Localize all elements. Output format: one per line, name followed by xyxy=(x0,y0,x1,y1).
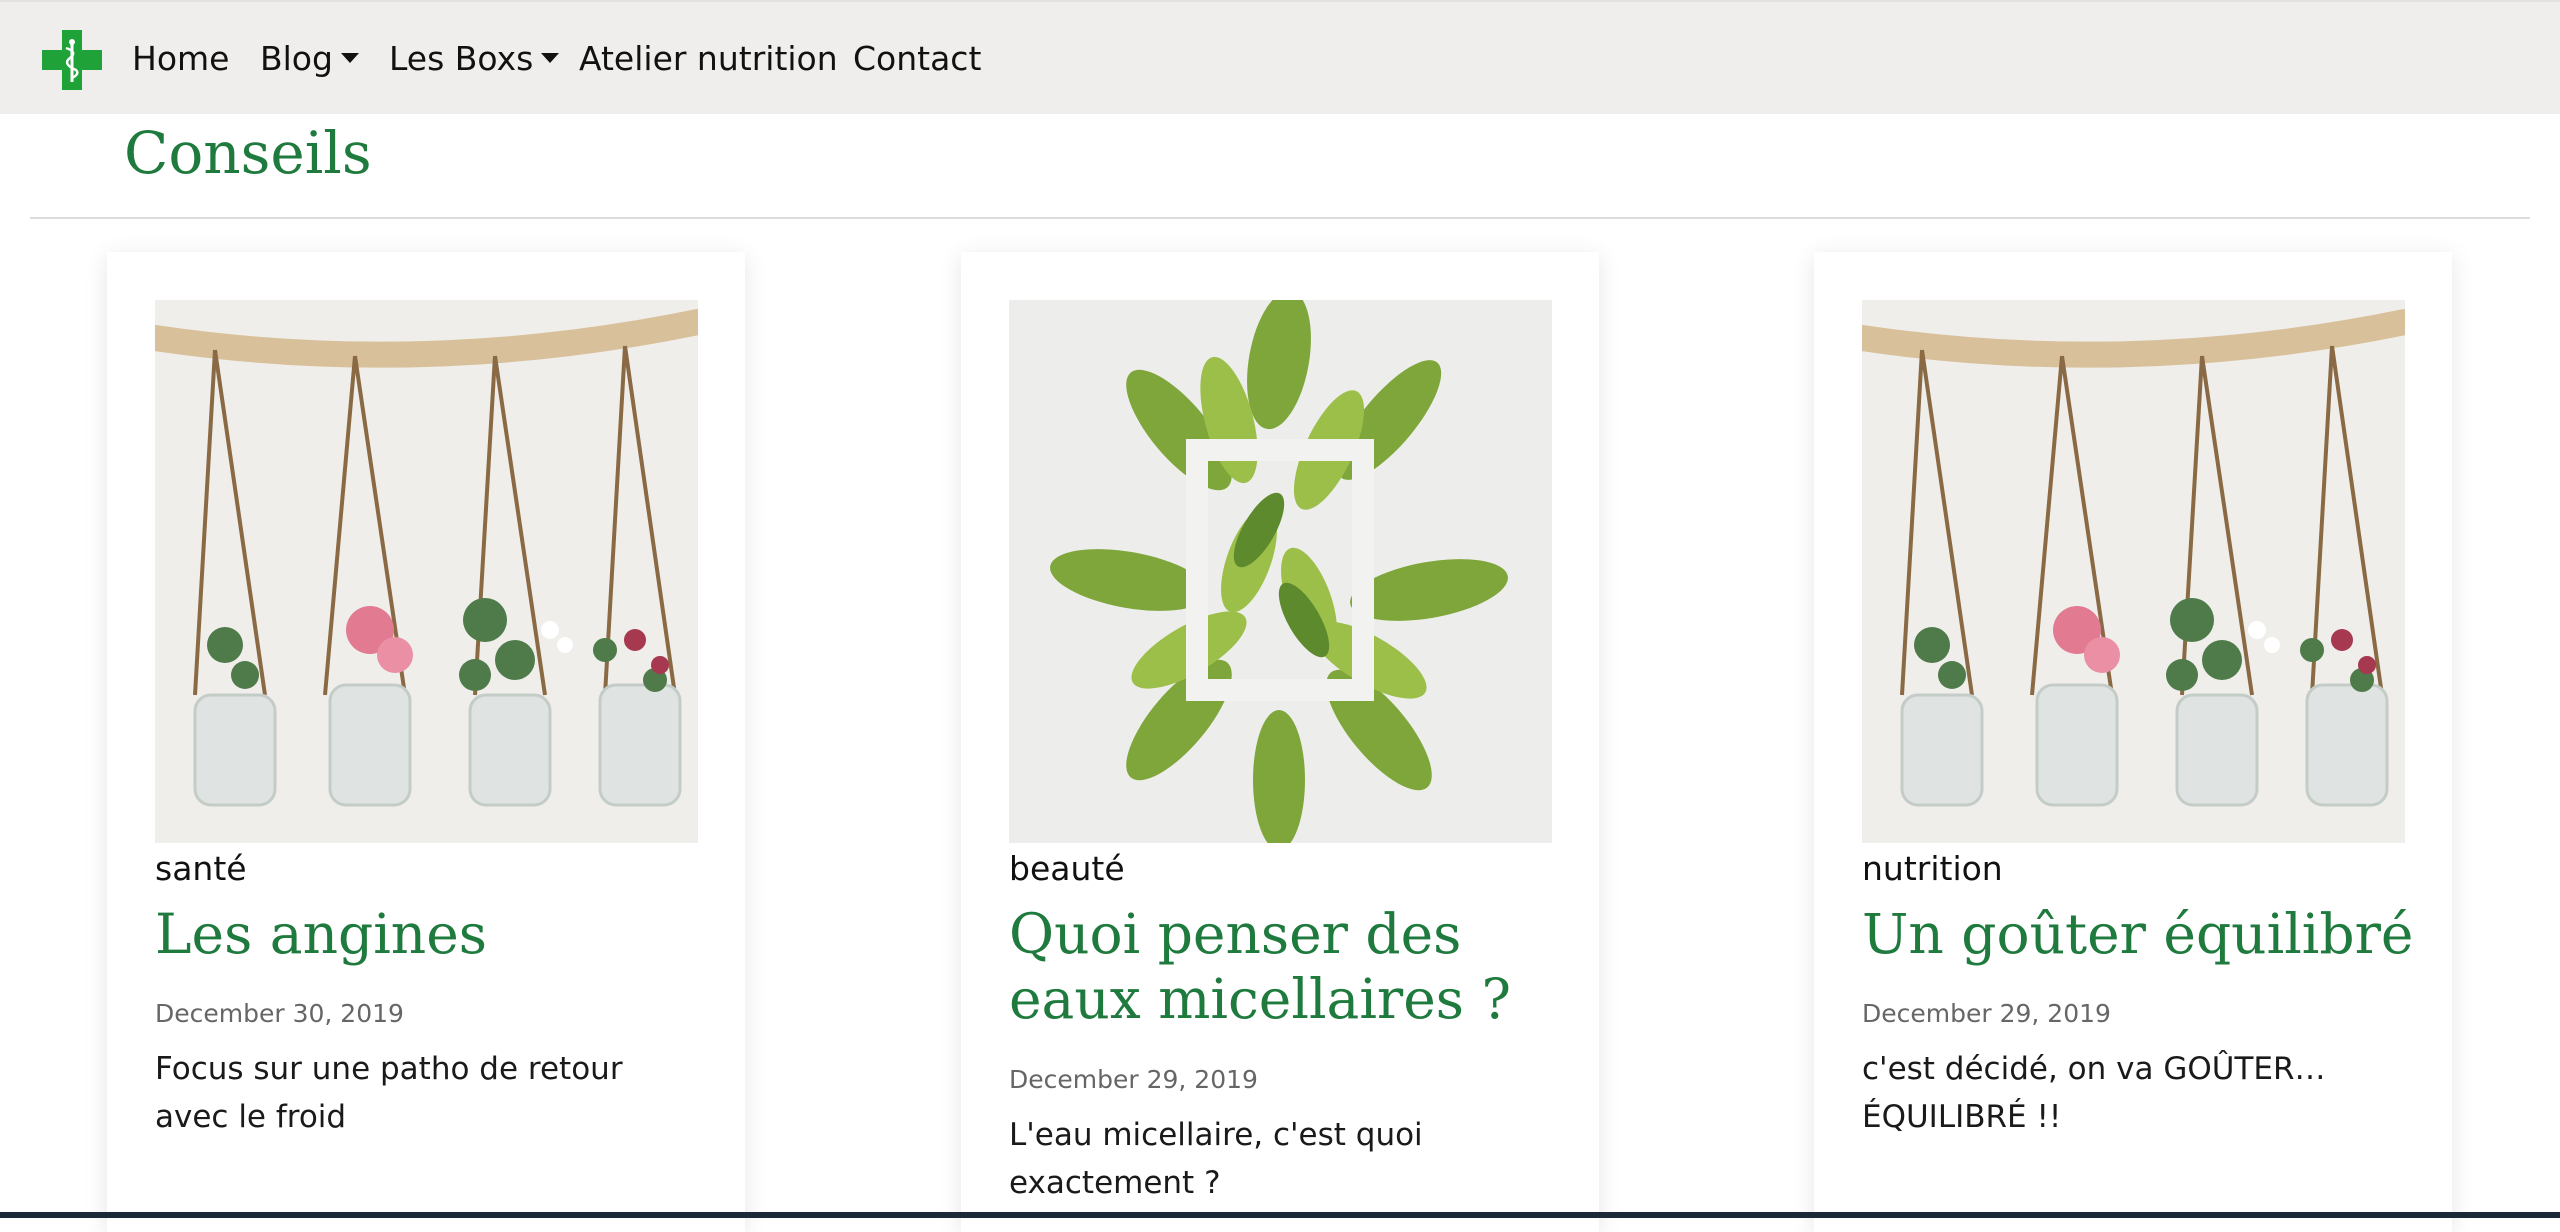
article-date: December 29, 2019 xyxy=(1862,999,2111,1028)
article-category[interactable]: beauté xyxy=(1009,844,1125,894)
window-bottom-edge xyxy=(0,1212,2560,1218)
hanging-flower-jars-image[interactable] xyxy=(155,300,698,843)
navbar: Home Blog Les Boxs Atelier nutrition Con… xyxy=(0,0,2560,114)
pharmacy-cross-icon[interactable] xyxy=(42,30,102,90)
nav-dropdown-blog[interactable]: Blog xyxy=(260,32,359,86)
article-card-beaute[interactable]: beauté Quoi penser des eaux micellaires … xyxy=(961,252,1599,1232)
article-title[interactable]: Les angines xyxy=(155,902,715,967)
article-title[interactable]: Un goûter équilibré xyxy=(1862,902,2422,967)
divider xyxy=(30,217,2530,219)
article-card-nutrition[interactable]: nutrition Un goûter équilibré December 2… xyxy=(1814,252,2452,1232)
nav-link-home[interactable]: Home xyxy=(132,32,229,86)
nav-link-contact[interactable]: Contact xyxy=(853,32,981,86)
article-excerpt: Focus sur une patho de retour avec le fr… xyxy=(155,1051,623,1135)
caret-down-icon xyxy=(340,52,359,63)
article-card-sante[interactable]: santé Les angines December 30, 2019 Focu… xyxy=(107,252,745,1232)
hanging-flower-jars-image[interactable] xyxy=(1862,300,2405,843)
article-excerpt: L'eau micellaire, c'est quoi exactement … xyxy=(1009,1117,1423,1201)
article-category[interactable]: nutrition xyxy=(1862,844,2003,894)
article-title[interactable]: Quoi penser des eaux micellaires ? xyxy=(1009,902,1569,1032)
article-excerpt: c'est décidé, on va GOÛTER… ÉQUILIBRÉ !! xyxy=(1862,1051,2326,1135)
article-date: December 29, 2019 xyxy=(1009,1065,1258,1094)
page-title: Conseils xyxy=(124,119,372,187)
article-category[interactable]: santé xyxy=(155,844,247,894)
leaves-frame-image[interactable] xyxy=(1009,300,1552,843)
article-date: December 30, 2019 xyxy=(155,999,404,1028)
nav-link-atelier[interactable]: Atelier nutrition xyxy=(579,32,838,86)
caret-down-icon xyxy=(541,52,560,63)
nav-dropdown-boxes[interactable]: Les Boxs xyxy=(389,32,560,86)
